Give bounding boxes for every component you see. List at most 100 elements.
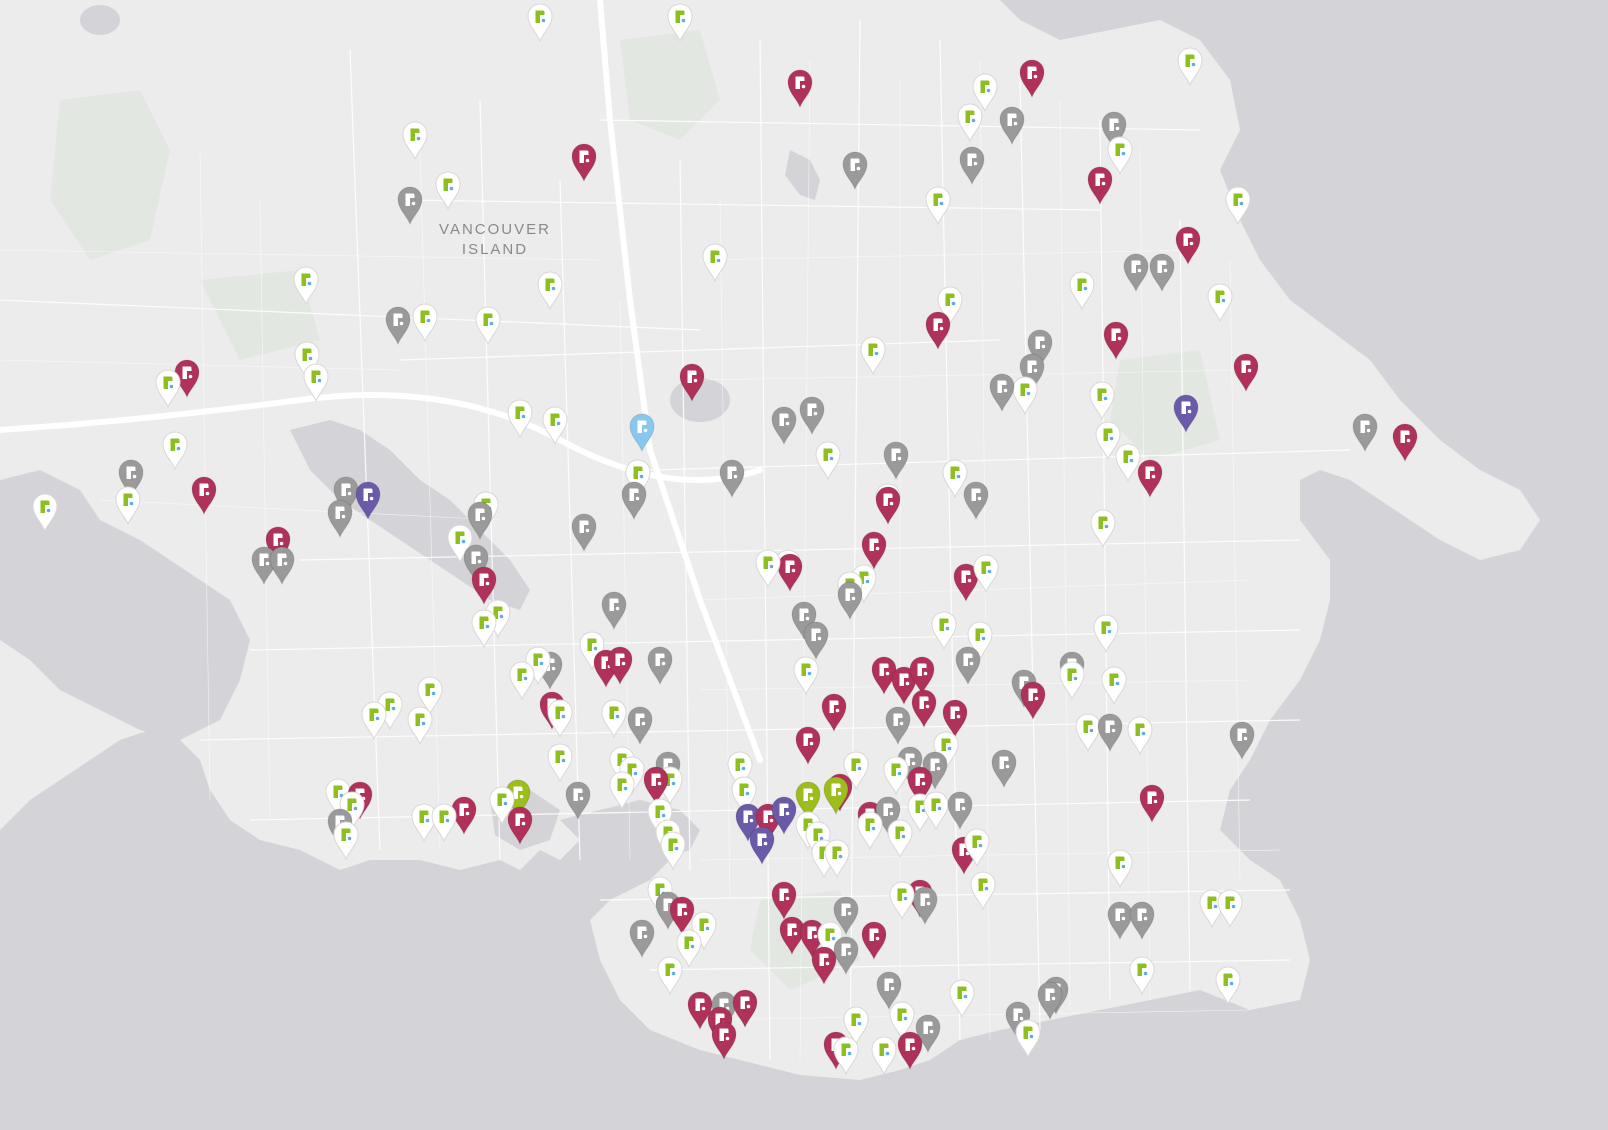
listing-marker-gray[interactable] xyxy=(600,590,628,630)
listing-marker-gray[interactable] xyxy=(990,748,1018,788)
listing-marker-crimson[interactable] xyxy=(810,945,838,985)
listing-marker-gray[interactable] xyxy=(1036,980,1064,1020)
listing-marker-crimson[interactable] xyxy=(1086,165,1114,205)
listing-marker-white[interactable] xyxy=(754,548,782,588)
listing-marker-white[interactable] xyxy=(832,1035,860,1075)
listing-marker-white[interactable] xyxy=(814,440,842,480)
listing-marker-gray[interactable] xyxy=(770,405,798,445)
listing-marker-white[interactable] xyxy=(406,705,434,745)
listing-marker-gray[interactable] xyxy=(570,512,598,552)
listing-marker-white[interactable] xyxy=(659,830,687,870)
listing-marker-white[interactable] xyxy=(434,170,462,210)
listing-marker-white[interactable] xyxy=(161,430,189,470)
listing-marker-white[interactable] xyxy=(1224,185,1252,225)
listing-marker-gray[interactable] xyxy=(646,645,674,685)
listing-marker-white[interactable] xyxy=(1058,660,1086,700)
listing-marker-white[interactable] xyxy=(963,827,991,867)
listing-marker-white[interactable] xyxy=(536,270,564,310)
listing-marker-crimson[interactable] xyxy=(1019,680,1047,720)
listing-marker-white[interactable] xyxy=(506,398,534,438)
listing-marker-white[interactable] xyxy=(969,870,997,910)
listing-marker-white[interactable] xyxy=(31,492,59,532)
listing-marker-white[interactable] xyxy=(430,802,458,842)
listing-marker-crimson[interactable] xyxy=(710,1020,738,1060)
listing-marker-white[interactable] xyxy=(956,102,984,142)
listing-marker-gray[interactable] xyxy=(1122,252,1150,292)
listing-marker-white[interactable] xyxy=(474,305,502,345)
listing-marker-crimson[interactable] xyxy=(874,485,902,525)
listing-marker-crimson[interactable] xyxy=(1136,458,1164,498)
listing-marker-gray[interactable] xyxy=(962,480,990,520)
listing-marker-crimson[interactable] xyxy=(786,68,814,108)
listing-marker-white[interactable] xyxy=(1014,1018,1042,1058)
listing-marker-white[interactable] xyxy=(870,1035,898,1075)
listing-marker-crimson[interactable] xyxy=(678,362,706,402)
listing-marker-white[interactable] xyxy=(1214,965,1242,1005)
listing-marker-white[interactable] xyxy=(930,610,958,650)
listing-marker-gray[interactable] xyxy=(718,458,746,498)
listing-marker-white[interactable] xyxy=(886,818,914,858)
listing-marker-gray[interactable] xyxy=(882,440,910,480)
listing-marker-white[interactable] xyxy=(1106,848,1134,888)
listing-marker-gray[interactable] xyxy=(946,790,974,830)
listing-marker-white[interactable] xyxy=(360,700,388,740)
listing-marker-white[interactable] xyxy=(1128,955,1156,995)
listing-marker-blue[interactable] xyxy=(628,412,656,452)
listing-marker-gray[interactable] xyxy=(396,185,424,225)
listing-marker-crimson[interactable] xyxy=(190,475,218,515)
listing-marker-gray[interactable] xyxy=(1128,900,1156,940)
listing-marker-crimson[interactable] xyxy=(896,1030,924,1070)
listing-marker-white[interactable] xyxy=(154,368,182,408)
listing-marker-white[interactable] xyxy=(1089,508,1117,548)
listing-marker-gray[interactable] xyxy=(954,645,982,685)
listing-marker-gray[interactable] xyxy=(958,145,986,185)
listing-marker-crimson[interactable] xyxy=(606,645,634,685)
listing-marker-white[interactable] xyxy=(1100,665,1128,705)
listing-marker-gray[interactable] xyxy=(564,780,592,820)
listing-marker-white[interactable] xyxy=(1126,715,1154,755)
listing-marker-white[interactable] xyxy=(948,978,976,1018)
listing-marker-gray[interactable] xyxy=(1148,252,1176,292)
listing-marker-white[interactable] xyxy=(600,698,628,738)
listing-marker-gray[interactable] xyxy=(326,498,354,538)
listing-marker-green[interactable] xyxy=(822,775,850,815)
listing-marker-white[interactable] xyxy=(1088,380,1116,420)
listing-marker-crimson[interactable] xyxy=(1391,422,1419,462)
listing-marker-white[interactable] xyxy=(666,2,694,42)
listing-marker-crimson[interactable] xyxy=(1138,783,1166,823)
listing-marker-white[interactable] xyxy=(546,698,574,738)
listing-marker-gray[interactable] xyxy=(384,305,412,345)
listing-marker-white[interactable] xyxy=(859,335,887,375)
listing-marker-purple[interactable] xyxy=(1172,393,1200,433)
listing-marker-white[interactable] xyxy=(470,608,498,648)
listing-marker-white[interactable] xyxy=(292,265,320,305)
listing-marker-crimson[interactable] xyxy=(794,725,822,765)
listing-marker-gray[interactable] xyxy=(620,480,648,520)
listing-marker-crimson[interactable] xyxy=(860,920,888,960)
listing-marker-gray[interactable] xyxy=(626,705,654,745)
listing-marker-gray[interactable] xyxy=(798,395,826,435)
listing-marker-white[interactable] xyxy=(1176,46,1204,86)
listing-marker-white[interactable] xyxy=(546,742,574,782)
map-view[interactable]: VANCOUVER ISLAND xyxy=(0,0,1608,1130)
listing-marker-white[interactable] xyxy=(656,955,684,995)
listing-marker-gray[interactable] xyxy=(628,918,656,958)
listing-marker-white[interactable] xyxy=(508,660,536,700)
listing-marker-crimson[interactable] xyxy=(924,310,952,350)
listing-marker-white[interactable] xyxy=(888,880,916,920)
listing-marker-white[interactable] xyxy=(332,820,360,860)
listing-marker-white[interactable] xyxy=(302,362,330,402)
listing-marker-crimson[interactable] xyxy=(1174,225,1202,265)
listing-marker-white[interactable] xyxy=(541,405,569,445)
listing-marker-white[interactable] xyxy=(1206,282,1234,322)
listing-marker-white[interactable] xyxy=(823,838,851,878)
listing-marker-crimson[interactable] xyxy=(506,805,534,845)
listing-marker-purple[interactable] xyxy=(354,480,382,520)
listing-marker-crimson[interactable] xyxy=(1102,320,1130,360)
listing-marker-gray[interactable] xyxy=(841,150,869,190)
listing-marker-gray[interactable] xyxy=(988,372,1016,412)
listing-marker-white[interactable] xyxy=(608,770,636,810)
listing-marker-gray[interactable] xyxy=(802,620,830,660)
listing-marker-crimson[interactable] xyxy=(820,692,848,732)
listing-marker-gray[interactable] xyxy=(836,580,864,620)
